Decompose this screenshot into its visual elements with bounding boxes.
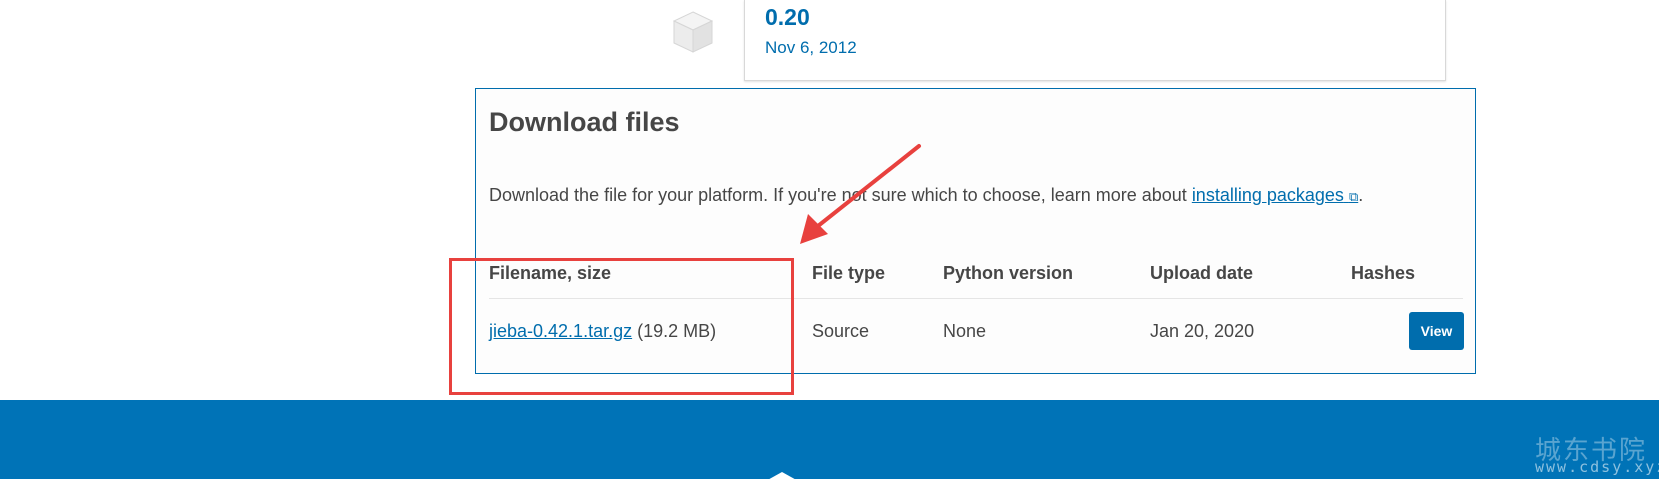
annotation-highlight-box — [449, 258, 794, 395]
installing-packages-link[interactable]: installing packages ⧉ — [1192, 185, 1358, 205]
table-cell-python-version: None — [943, 321, 987, 341]
table-cell-upload-date: Jan 20, 2020 — [1150, 321, 1255, 341]
column-header-file-type: File type — [812, 263, 886, 283]
view-hashes-button[interactable]: View — [1409, 312, 1464, 350]
table-cell-file-type: Source — [812, 321, 870, 341]
column-header-python-version: Python version — [943, 263, 1074, 283]
release-date: Nov 6, 2012 — [765, 38, 857, 57]
release-card[interactable]: 0.20 Nov 6, 2012 — [744, 0, 1446, 81]
watermark-url: www.cdsy.xyz — [1535, 458, 1659, 476]
column-header-hashes: Hashes — [1351, 263, 1416, 283]
footer-caret-icon — [764, 472, 800, 482]
column-header-upload-date: Upload date — [1150, 263, 1254, 283]
download-files-heading: Download files — [489, 107, 680, 137]
download-description-text: Download the file for your platform. If … — [489, 185, 1192, 205]
external-link-icon: ⧉ — [1348, 190, 1359, 205]
download-description-end: . — [1358, 185, 1364, 205]
download-description: Download the file for your platform. If … — [489, 185, 1363, 206]
site-footer — [0, 400, 1659, 479]
package-box-icon — [672, 11, 714, 53]
release-version[interactable]: 0.20 — [765, 4, 810, 31]
installing-packages-link-text[interactable]: installing packages — [1192, 185, 1344, 205]
